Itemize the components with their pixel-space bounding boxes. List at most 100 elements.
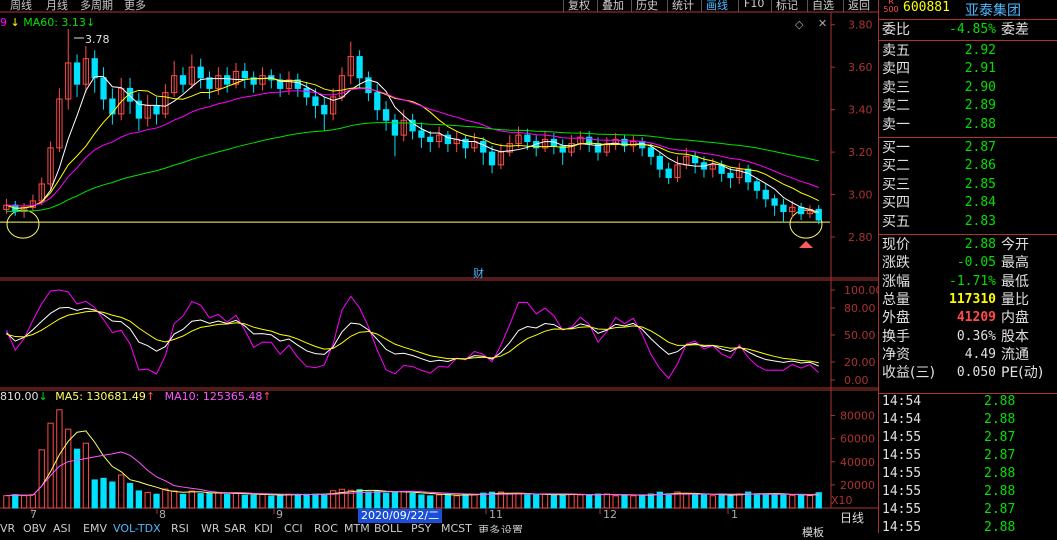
indicator-tab[interactable]: KDJ <box>254 524 273 533</box>
indicator-tab[interactable]: MTM <box>344 524 370 533</box>
highlight-circle <box>6 209 40 239</box>
history-button[interactable]: 历史 <box>636 0 658 13</box>
mark-button[interactable]: 标记 <box>776 0 798 13</box>
indicator-tab[interactable]: ROC <box>314 524 338 533</box>
indicator-tab[interactable]: WR <box>201 524 220 533</box>
volume-bar <box>259 493 266 509</box>
volume-bar <box>409 492 416 509</box>
f10-button[interactable]: F10 <box>744 0 764 10</box>
volume-bar <box>753 493 761 509</box>
stock-name[interactable]: 亚泰集团 <box>965 0 1021 20</box>
volume-bar <box>47 422 54 509</box>
indicator-tab[interactable]: VR <box>0 524 15 533</box>
volume-bar <box>215 492 222 509</box>
row-label: 现价 <box>882 237 910 253</box>
daily-label[interactable]: 日线 <box>840 509 864 526</box>
overlay-button[interactable]: 叠加 <box>602 0 624 13</box>
row-label: 净资 <box>882 346 910 363</box>
volume-legend: 810.00↓ MA5: 130681.49↑ MA10: 125365.48↑ <box>0 390 272 403</box>
row-label-right: 最高 <box>1001 255 1029 272</box>
quote-row: 换手 0.36% 股本 <box>879 328 1057 346</box>
volume-bar <box>647 493 655 509</box>
volume-bar <box>806 495 814 509</box>
tick-price: 2.87 <box>984 430 1016 445</box>
tick-price: 2.87 <box>984 448 1016 463</box>
row-value: 2.91 <box>964 61 996 77</box>
indicator-tab[interactable]: OBV <box>23 524 46 533</box>
volume-bar <box>577 494 584 509</box>
ask-row: 卖一 2.88 <box>879 116 1057 134</box>
stats-button[interactable]: 统计 <box>672 0 694 13</box>
volume-bar <box>762 493 769 509</box>
quote-row: 现价 2.88 今开 <box>879 236 1057 254</box>
logo-bottom: 500 <box>883 5 899 14</box>
candle-body <box>100 77 107 100</box>
row-label: 委比 <box>882 22 910 38</box>
candle-body <box>109 98 116 115</box>
vol-tick-label: 40000 <box>840 456 875 469</box>
axis-labels: 3.80 3.60 3.40 3.20 3.00 2.80 <box>831 19 873 244</box>
volume-bar <box>3 495 10 509</box>
adjust-button[interactable]: 复权 <box>568 0 590 13</box>
indicator-tab[interactable]: MCST <box>441 524 472 533</box>
volume-bar <box>533 494 540 509</box>
watchlist-button[interactable]: 自选 <box>812 0 834 13</box>
indicator-tab[interactable]: BOLL <box>374 524 402 533</box>
tab-weekly[interactable]: 周线 <box>10 0 32 13</box>
price-tick-label: 3.60 <box>848 61 873 74</box>
month-label: 12 <box>603 508 617 521</box>
tick-price: 2.88 <box>984 394 1016 409</box>
volume-bar <box>603 493 610 509</box>
indicator-tab[interactable]: 设置 <box>501 524 523 533</box>
ma60-label: MA60: 3.13 <box>23 16 86 29</box>
candle-body <box>312 96 319 106</box>
candle-body <box>382 109 390 121</box>
indicator-tab[interactable]: PSY <box>411 524 431 533</box>
volume-bar <box>179 493 187 509</box>
tick-row: 14:55 2.88 <box>879 465 1057 483</box>
volume-bar <box>82 442 90 509</box>
indicator-tab[interactable]: EMV <box>83 524 107 533</box>
volume-bar <box>285 493 293 509</box>
row-value: 2.88 <box>964 237 996 252</box>
volume-bar <box>171 490 178 509</box>
indicator-tab[interactable]: 更多 <box>478 524 500 533</box>
volume-bar <box>444 493 452 509</box>
candle-body <box>197 66 204 79</box>
candle-body <box>224 75 231 85</box>
indicator-tab[interactable]: SAR <box>224 524 246 533</box>
candle-body <box>73 62 81 85</box>
tab-multi-period[interactable]: 多周期 <box>80 0 113 13</box>
stock-chart[interactable]: 100.00 80.00 50.00 20.00 0.00 80000 60000 4000… <box>0 0 878 533</box>
candle-body <box>771 198 778 206</box>
vol-tick-label: X10 <box>831 494 853 507</box>
osc-tick-label: 100.00 <box>844 284 878 297</box>
candle-body <box>815 208 822 221</box>
tick-price: 2.88 <box>984 412 1016 427</box>
row-value: 2.89 <box>964 98 996 114</box>
ask-row: 卖四 2.91 <box>879 60 1057 78</box>
finance-marker[interactable]: 财 <box>473 265 484 281</box>
row-label-right: 流通 <box>1001 346 1029 363</box>
period-tabs: 周线 月线 多周期 更多 <box>0 0 200 12</box>
back-button[interactable]: 返回 <box>848 0 870 13</box>
tab-more[interactable]: 更多 <box>124 0 146 13</box>
close-icon[interactable]: ✕ <box>818 17 827 30</box>
indicator-tab[interactable]: VOL-TDX <box>113 524 161 533</box>
volume-bar <box>294 493 301 509</box>
tick-price: 2.88 <box>984 484 1016 499</box>
tab-monthly[interactable]: 月线 <box>46 0 68 13</box>
vol-tick-label: 20000 <box>840 479 875 492</box>
row-value: 0.36% <box>956 328 996 344</box>
osc-tick-label: 80.00 <box>844 302 876 315</box>
diamond-icon[interactable]: ◇ <box>795 18 803 31</box>
row-label: 总量 <box>882 291 910 308</box>
indicator-tab[interactable]: ASI <box>53 524 71 533</box>
volume-bar <box>789 495 796 509</box>
draw-button[interactable]: 画线 <box>706 0 728 13</box>
template-button[interactable]: 模板 <box>802 524 824 540</box>
indicator-tab[interactable]: RSI <box>171 524 189 533</box>
indicator-tab[interactable]: CCI <box>284 524 303 533</box>
row-value: 2.84 <box>964 195 996 211</box>
tick-row: 14:55 2.88 <box>879 483 1057 501</box>
